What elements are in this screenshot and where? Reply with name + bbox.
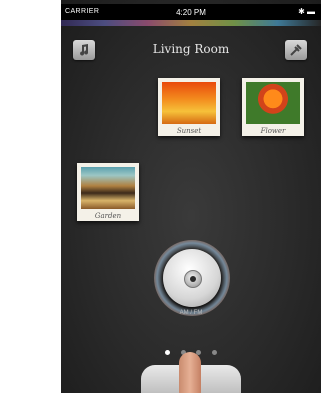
photo-caption: Garden <box>94 212 122 220</box>
photo-caption: Flower <box>260 127 286 135</box>
page-dot[interactable] <box>211 350 217 355</box>
photo-garden[interactable]: Garden <box>77 163 139 221</box>
clock: 4:20 PM <box>176 8 206 17</box>
phone-screen: CARRIER 4:20 PM ✱ ▬ Living Room Sunset F… <box>61 0 321 393</box>
color-strip <box>61 20 321 26</box>
status-bar: CARRIER 4:20 PM ✱ ▬ <box>61 4 321 20</box>
finger-pointer-icon <box>179 352 201 393</box>
flower-image <box>246 82 300 124</box>
page-dot[interactable] <box>165 350 171 355</box>
photo-sunset[interactable]: Sunset <box>158 78 220 136</box>
settings-icon <box>290 44 302 56</box>
photo-caption: Sunset <box>176 127 202 135</box>
dial-label: AM / FM <box>179 310 203 316</box>
sunset-image <box>162 82 216 124</box>
title-bar: Living Room <box>61 38 321 62</box>
tuner-dial[interactable] <box>163 249 221 307</box>
page-title: Living Room <box>152 42 230 56</box>
photo-flower[interactable]: Flower <box>242 78 304 136</box>
status-icons: ✱ ▬ <box>298 7 315 16</box>
garden-image <box>81 167 135 209</box>
settings-button[interactable] <box>285 40 307 60</box>
dial-center-icon <box>184 270 202 288</box>
